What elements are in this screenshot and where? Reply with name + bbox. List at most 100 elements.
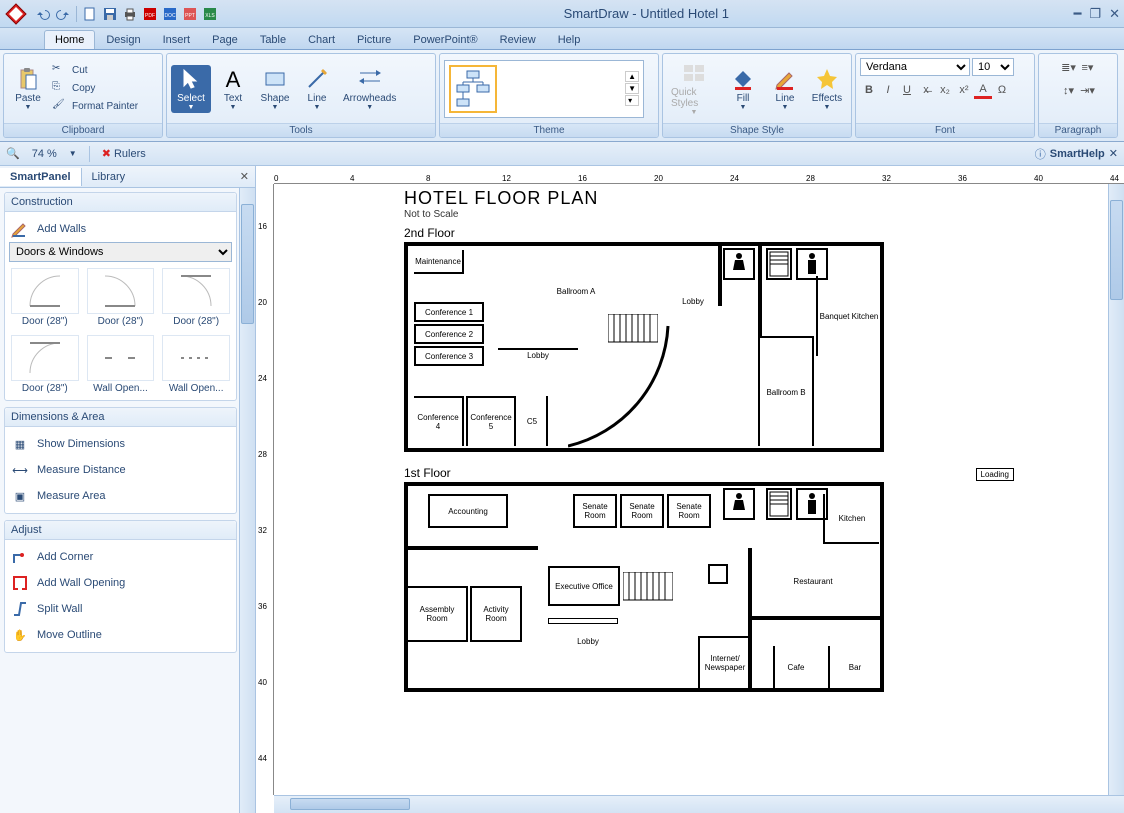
new-icon[interactable] <box>81 5 99 23</box>
smarthelp-close-icon[interactable]: ✕ <box>1109 147 1118 160</box>
drawing-area[interactable]: HOTEL FLOOR PLAN Not to Scale 2nd Floor … <box>274 184 1124 795</box>
shape-wall-open-1[interactable]: Wall Open... <box>85 333 157 396</box>
theme-thumbnail-active[interactable] <box>449 65 497 113</box>
ribbon-group-paragraph: ≣▾ ≡▾ ↕▾ ⇥▾ Paragraph <box>1038 53 1118 138</box>
canvas[interactable]: 048121620242832364044 1620242832364044 H… <box>256 166 1124 813</box>
canvas-vertical-scrollbar[interactable] <box>1108 184 1124 795</box>
theme-more-icon[interactable]: ▾ <box>625 95 639 106</box>
tab-home[interactable]: Home <box>44 30 95 49</box>
italic-button[interactable]: I <box>879 81 897 99</box>
smarthelp-button[interactable]: SmartHelp <box>1050 148 1105 160</box>
strike-button[interactable]: x̶ <box>917 81 935 99</box>
arrowheads-button[interactable]: Arrowheads▼ <box>339 65 400 113</box>
tab-help[interactable]: Help <box>547 30 592 49</box>
redo-icon[interactable] <box>54 5 72 23</box>
spacing-button[interactable]: ↕▾ <box>1060 81 1078 99</box>
doors-windows-select[interactable]: Doors & Windows <box>9 242 232 262</box>
room-kitchen: Kitchen <box>823 494 879 544</box>
panel-tab-smartpanel[interactable]: SmartPanel <box>0 168 82 186</box>
room-lobby-mid: Lobby <box>498 348 578 361</box>
rulers-toggle[interactable]: ✖ Rulers <box>102 147 146 160</box>
theme-gallery[interactable]: ▲ ▼ ▾ <box>444 60 644 118</box>
line-style-button[interactable]: Line▼ <box>765 65 805 113</box>
paste-button[interactable]: Paste ▼ <box>8 65 48 113</box>
measure-area-button[interactable]: ▣Measure Area <box>9 483 232 509</box>
xls-icon[interactable]: XLS <box>201 5 219 23</box>
shape-door-2[interactable]: Door (28") <box>85 266 157 329</box>
panel-scrollbar[interactable] <box>239 188 255 813</box>
fill-button[interactable]: Fill▼ <box>723 65 763 113</box>
tab-table[interactable]: Table <box>249 30 297 49</box>
floor-plan-page: HOTEL FLOOR PLAN Not to Scale 2nd Floor … <box>404 188 1024 692</box>
tab-page[interactable]: Page <box>201 30 249 49</box>
shape-door-4[interactable]: Door (28") <box>9 333 81 396</box>
underline-button[interactable]: U <box>898 81 916 99</box>
room-lobby1: Lobby <box>558 636 618 647</box>
floor2-plan[interactable]: Maintenance Ballroom A Lobby Conference … <box>404 242 884 452</box>
room-c5: C5 <box>518 396 548 446</box>
show-dimensions-button[interactable]: ▦Show Dimensions <box>9 431 232 457</box>
print-icon[interactable] <box>121 5 139 23</box>
split-wall-button[interactable]: Split Wall <box>9 596 232 622</box>
text-tool-button[interactable]: A Text▼ <box>213 65 253 113</box>
panel-close-icon[interactable]: ✕ <box>240 170 249 183</box>
close-button[interactable]: ✕ <box>1109 6 1120 22</box>
effects-button[interactable]: Effects▼ <box>807 65 847 113</box>
section-adjust: Adjust Add Corner Add Wall Opening Split… <box>4 520 237 653</box>
pdf-icon[interactable]: PDF <box>141 5 159 23</box>
tab-insert[interactable]: Insert <box>152 30 202 49</box>
maximize-button[interactable]: ❐ <box>1089 6 1101 22</box>
line-tool-button[interactable]: Line▼ <box>297 65 337 113</box>
canvas-horizontal-scrollbar[interactable] <box>274 795 1124 813</box>
brush-icon: 🖌 <box>52 99 68 115</box>
tab-design[interactable]: Design <box>95 30 151 49</box>
theme-down-icon[interactable]: ▼ <box>625 83 639 94</box>
shape-door-1[interactable]: Door (28") <box>9 266 81 329</box>
copy-button[interactable]: ⎘Copy <box>50 80 140 98</box>
move-outline-button[interactable]: ✋Move Outline <box>9 622 232 648</box>
font-family-select[interactable]: Verdana <box>860 58 970 76</box>
zoom-dropdown-icon[interactable]: ▼ <box>69 149 77 158</box>
zoom-icon[interactable]: 🔍 <box>6 147 20 160</box>
format-painter-button[interactable]: 🖌Format Painter <box>50 98 140 116</box>
cut-button[interactable]: ✂Cut <box>50 62 140 80</box>
add-walls-button[interactable]: Add Walls <box>9 216 232 242</box>
theme-up-icon[interactable]: ▲ <box>625 71 639 82</box>
floor1-plan[interactable]: Accounting Senate Room Senate Room Senat… <box>404 482 884 692</box>
undo-icon[interactable] <box>34 5 52 23</box>
doc-icon[interactable]: DOC <box>161 5 179 23</box>
symbol-button[interactable]: Ω <box>993 81 1011 99</box>
svg-text:DOC: DOC <box>164 13 176 19</box>
tab-picture[interactable]: Picture <box>346 30 402 49</box>
shape-wall-open-2[interactable]: Wall Open... <box>160 333 232 396</box>
add-wall-opening-button[interactable]: Add Wall Opening <box>9 570 232 596</box>
loading-label: Loading <box>976 468 1014 481</box>
tab-chart[interactable]: Chart <box>297 30 346 49</box>
font-size-select[interactable]: 10 <box>972 58 1014 76</box>
measure-distance-button[interactable]: ⟷Measure Distance <box>9 457 232 483</box>
shape-door-3[interactable]: Door (28") <box>160 266 232 329</box>
select-tool-button[interactable]: Select▼ <box>171 65 211 113</box>
font-color-button[interactable]: A <box>974 81 992 99</box>
shape-tool-button[interactable]: Shape▼ <box>255 65 295 113</box>
ppt-icon[interactable]: PPT <box>181 5 199 23</box>
tab-powerpoint[interactable]: PowerPoint® <box>402 30 488 49</box>
section-title-dimensions: Dimensions & Area <box>5 408 236 427</box>
bullets-button[interactable]: ≣▾ <box>1060 58 1078 76</box>
room-assembly: Assembly Room <box>408 586 468 642</box>
panel-tab-library[interactable]: Library <box>82 168 136 186</box>
bold-button[interactable]: B <box>860 81 878 99</box>
align-button[interactable]: ≡▾ <box>1079 58 1097 76</box>
add-corner-button[interactable]: Add Corner <box>9 544 232 570</box>
zoom-level[interactable]: 74 % <box>32 148 57 160</box>
minimize-button[interactable]: ━ <box>1074 6 1082 22</box>
subscript-button[interactable]: x₂ <box>936 81 954 99</box>
tab-review[interactable]: Review <box>489 30 547 49</box>
save-icon[interactable] <box>101 5 119 23</box>
help-icon[interactable]: ⓘ <box>1035 146 1046 162</box>
superscript-button[interactable]: x² <box>955 81 973 99</box>
room-conf3: Conference 3 <box>414 346 484 366</box>
room-banquet: Banquet Kitchen <box>816 276 880 356</box>
indent-button[interactable]: ⇥▾ <box>1079 81 1097 99</box>
elevator-icon <box>766 248 792 280</box>
